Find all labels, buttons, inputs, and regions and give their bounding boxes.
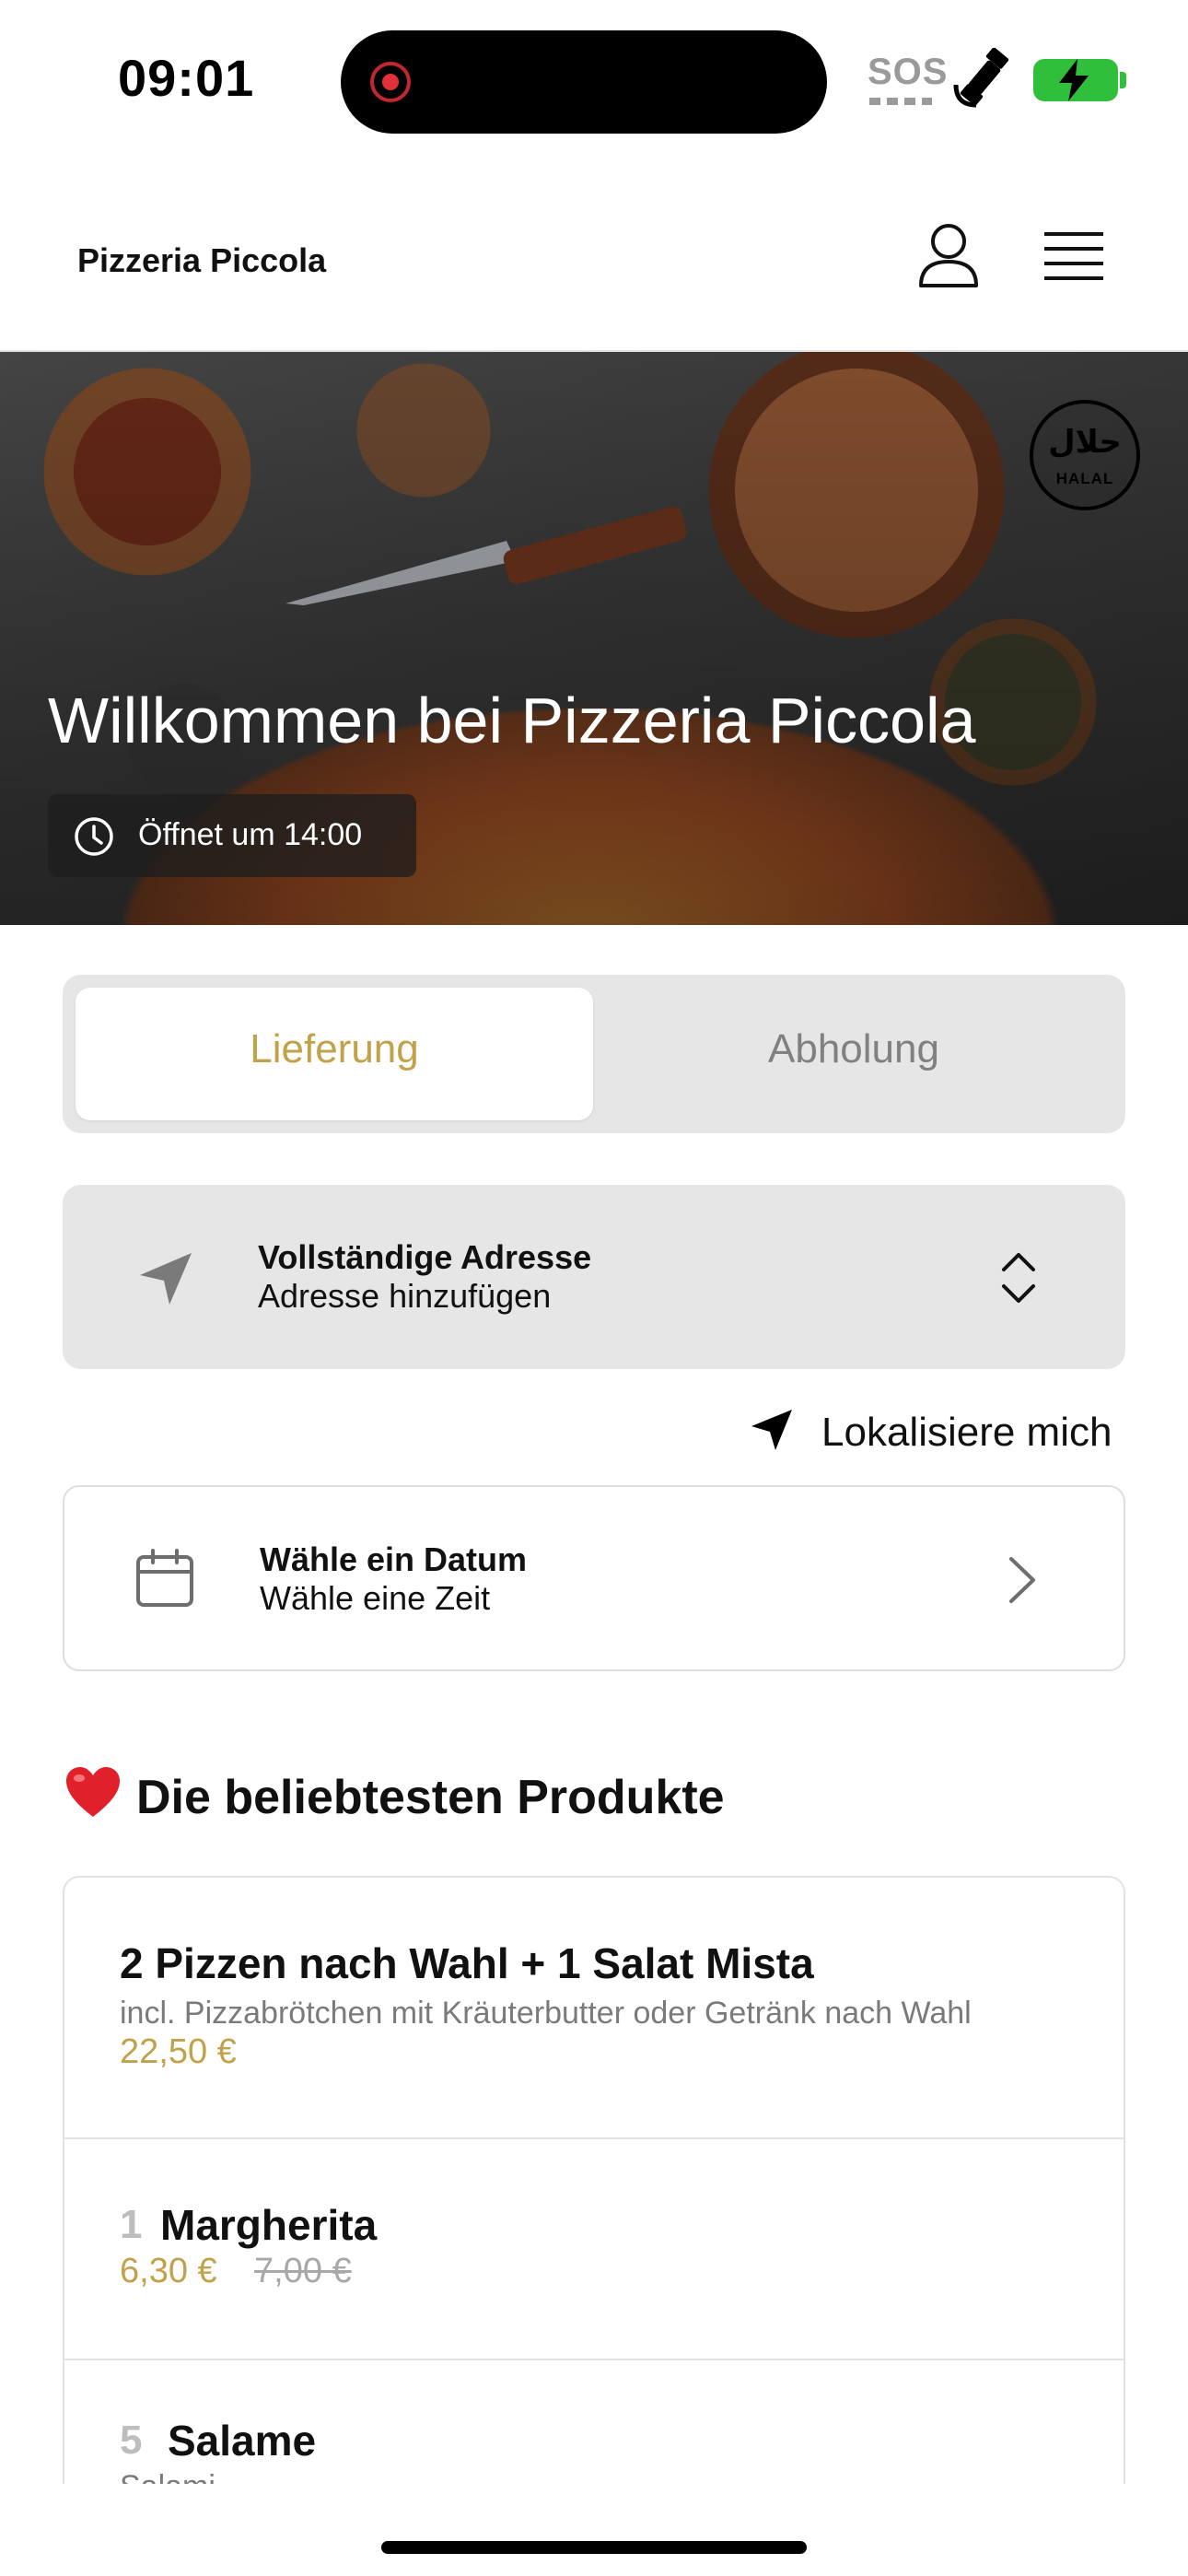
brand-name[interactable]: Pizzeria Piccola [77, 241, 326, 280]
locate-me-button[interactable]: Lokalisiere mich [746, 1399, 1125, 1459]
popular-products-heading: Die beliebtesten Produkte [64, 1765, 725, 1825]
calendar-icon [136, 1549, 193, 1607]
satellite-icon [953, 48, 1009, 108]
tab-pickup[interactable]: Abholung [595, 1026, 1112, 1072]
status-bar: 09:01 SOS [0, 0, 1188, 157]
product-description: Salami [120, 2469, 215, 2484]
app-header: Pizzeria Piccola [0, 157, 1188, 352]
address-selector[interactable]: Vollständige Adresse Adresse hinzufügen [63, 1185, 1125, 1369]
clock-icon [75, 817, 113, 856]
product-name: Salame [168, 2417, 317, 2465]
address-subtitle: Adresse hinzufügen [258, 1277, 552, 1315]
sos-label: SOS [868, 52, 949, 92]
product-number: 5 [120, 2418, 143, 2463]
chevron-right-icon [1009, 1557, 1035, 1603]
product-price: 6,30 € [120, 2252, 217, 2290]
address-title: Vollständige Adresse [258, 1238, 592, 1276]
hero-banner: حلال HALAL Willkommen bei Pizzeria Picco… [0, 352, 1188, 925]
heart-icon [66, 1767, 120, 1817]
status-time: 09:01 [118, 49, 255, 107]
home-indicator[interactable] [381, 2541, 807, 2554]
recording-icon [370, 62, 411, 102]
date-time-selector[interactable]: Wähle ein Datum Wähle eine Zeit [63, 1485, 1125, 1671]
popular-products-title: Die beliebtesten Produkte [136, 1771, 725, 1824]
battery-tip [1120, 72, 1126, 88]
hero-title: Willkommen bei Pizzeria Piccola [48, 685, 976, 756]
signal-dots-icon [869, 98, 932, 105]
product-list: 2 Pizzen nach Wahl + 1 Salat Mista incl.… [63, 1876, 1125, 2484]
location-arrow-icon [751, 1410, 792, 1450]
date-subtitle: Wähle eine Zeit [260, 1579, 491, 1617]
dynamic-island [341, 30, 827, 134]
order-mode-toggle: Lieferung Abholung [63, 975, 1125, 1133]
locate-me-label: Lokalisiere mich [821, 1410, 1112, 1455]
opening-hours-label: Öffnet um 14:00 [138, 817, 363, 852]
product-name: Margherita [160, 2201, 378, 2249]
product-item[interactable]: 5 Salame Salami [64, 2360, 1124, 2484]
date-title: Wähle ein Datum [260, 1540, 528, 1578]
knife-image [285, 507, 687, 605]
navigation-arrow-icon [140, 1253, 192, 1305]
halal-text: HALAL [1055, 470, 1114, 487]
halal-badge-icon: حلال HALAL [1030, 400, 1140, 510]
halal-arabic: حلال [1048, 425, 1122, 460]
charging-bolt-icon [1059, 59, 1089, 101]
product-price: 22,50 € [120, 2032, 237, 2071]
product-number: 1 [120, 2202, 143, 2247]
chevron-up-down-icon [1002, 1253, 1035, 1303]
hamburger-menu-icon[interactable] [1044, 232, 1103, 280]
product-old-price: 7,00 € [254, 2252, 352, 2290]
product-item[interactable]: 1 Margherita 6,30 € 7,00 € [64, 2139, 1124, 2360]
user-icon[interactable] [917, 223, 980, 289]
product-name: 2 Pizzen nach Wahl + 1 Salat Mista [120, 1939, 814, 1987]
opening-hours-badge: Öffnet um 14:00 [48, 794, 416, 877]
product-description: incl. Pizzabrötchen mit Kräuterbutter od… [120, 1996, 972, 2031]
product-item[interactable]: 2 Pizzen nach Wahl + 1 Salat Mista incl.… [64, 1878, 1124, 2139]
tab-delivery[interactable]: Lieferung [76, 1026, 593, 1072]
